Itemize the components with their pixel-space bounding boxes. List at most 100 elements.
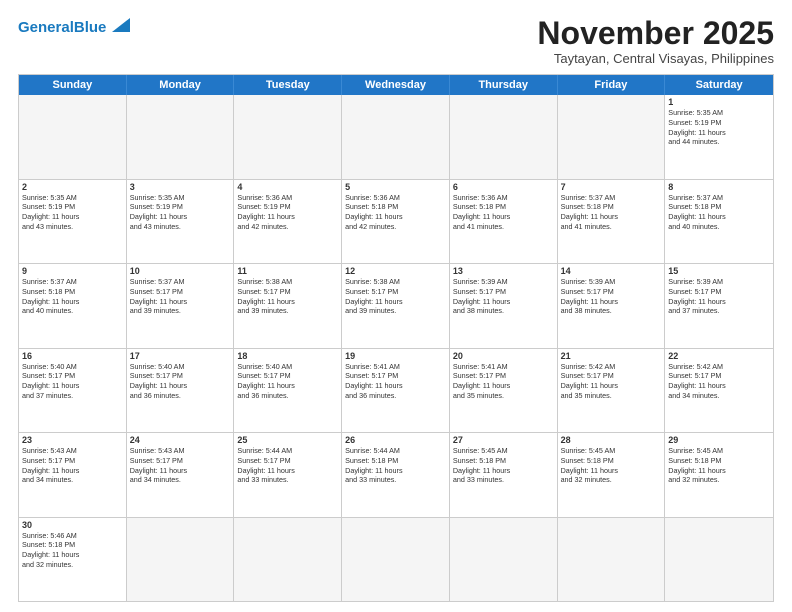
day-number: 7: [561, 182, 662, 192]
header-day-sunday: Sunday: [19, 75, 127, 95]
calendar-cell: [665, 518, 773, 601]
calendar-cell: 28Sunrise: 5:45 AMSunset: 5:18 PMDayligh…: [558, 433, 666, 516]
day-number: 12: [345, 266, 446, 276]
calendar-cell: [342, 95, 450, 178]
calendar-cell: 18Sunrise: 5:40 AMSunset: 5:17 PMDayligh…: [234, 349, 342, 432]
day-number: 2: [22, 182, 123, 192]
calendar: SundayMondayTuesdayWednesdayThursdayFrid…: [18, 74, 774, 602]
month-title: November 2025: [537, 16, 774, 51]
calendar-cell: 6Sunrise: 5:36 AMSunset: 5:18 PMDaylight…: [450, 180, 558, 263]
logo-icon: [108, 18, 130, 34]
calendar-cell: 3Sunrise: 5:35 AMSunset: 5:19 PMDaylight…: [127, 180, 235, 263]
logo-general: General: [18, 19, 74, 36]
day-content: Sunrise: 5:45 AMSunset: 5:18 PMDaylight:…: [668, 446, 770, 485]
day-number: 14: [561, 266, 662, 276]
day-number: 8: [668, 182, 770, 192]
calendar-cell: [127, 95, 235, 178]
header-day-tuesday: Tuesday: [234, 75, 342, 95]
day-content: Sunrise: 5:42 AMSunset: 5:17 PMDaylight:…: [561, 362, 662, 401]
title-block: November 2025 Taytayan, Central Visayas,…: [537, 16, 774, 66]
day-content: Sunrise: 5:37 AMSunset: 5:18 PMDaylight:…: [668, 193, 770, 232]
day-number: 4: [237, 182, 338, 192]
header-day-saturday: Saturday: [665, 75, 773, 95]
calendar-week-0: 1Sunrise: 5:35 AMSunset: 5:19 PMDaylight…: [19, 95, 773, 178]
day-content: Sunrise: 5:44 AMSunset: 5:18 PMDaylight:…: [345, 446, 446, 485]
calendar-header: SundayMondayTuesdayWednesdayThursdayFrid…: [19, 75, 773, 95]
day-content: Sunrise: 5:35 AMSunset: 5:19 PMDaylight:…: [668, 108, 770, 147]
day-number: 29: [668, 435, 770, 445]
day-content: Sunrise: 5:43 AMSunset: 5:17 PMDaylight:…: [130, 446, 231, 485]
day-content: Sunrise: 5:36 AMSunset: 5:19 PMDaylight:…: [237, 193, 338, 232]
day-content: Sunrise: 5:43 AMSunset: 5:17 PMDaylight:…: [22, 446, 123, 485]
day-content: Sunrise: 5:41 AMSunset: 5:17 PMDaylight:…: [345, 362, 446, 401]
calendar-cell: 15Sunrise: 5:39 AMSunset: 5:17 PMDayligh…: [665, 264, 773, 347]
day-number: 18: [237, 351, 338, 361]
day-content: Sunrise: 5:39 AMSunset: 5:17 PMDaylight:…: [561, 277, 662, 316]
day-content: Sunrise: 5:42 AMSunset: 5:17 PMDaylight:…: [668, 362, 770, 401]
day-number: 28: [561, 435, 662, 445]
day-number: 19: [345, 351, 446, 361]
calendar-week-4: 23Sunrise: 5:43 AMSunset: 5:17 PMDayligh…: [19, 432, 773, 516]
header-day-friday: Friday: [558, 75, 666, 95]
calendar-cell: 29Sunrise: 5:45 AMSunset: 5:18 PMDayligh…: [665, 433, 773, 516]
day-content: Sunrise: 5:37 AMSunset: 5:17 PMDaylight:…: [130, 277, 231, 316]
day-content: Sunrise: 5:35 AMSunset: 5:19 PMDaylight:…: [22, 193, 123, 232]
day-content: Sunrise: 5:37 AMSunset: 5:18 PMDaylight:…: [22, 277, 123, 316]
day-content: Sunrise: 5:40 AMSunset: 5:17 PMDaylight:…: [130, 362, 231, 401]
calendar-cell: [127, 518, 235, 601]
day-number: 1: [668, 97, 770, 107]
day-content: Sunrise: 5:38 AMSunset: 5:17 PMDaylight:…: [345, 277, 446, 316]
day-content: Sunrise: 5:40 AMSunset: 5:17 PMDaylight:…: [22, 362, 123, 401]
calendar-cell: 19Sunrise: 5:41 AMSunset: 5:17 PMDayligh…: [342, 349, 450, 432]
calendar-cell: [450, 518, 558, 601]
day-content: Sunrise: 5:39 AMSunset: 5:17 PMDaylight:…: [668, 277, 770, 316]
day-content: Sunrise: 5:38 AMSunset: 5:17 PMDaylight:…: [237, 277, 338, 316]
logo-blue: Blue: [74, 19, 107, 36]
day-content: Sunrise: 5:45 AMSunset: 5:18 PMDaylight:…: [561, 446, 662, 485]
day-content: Sunrise: 5:36 AMSunset: 5:18 PMDaylight:…: [453, 193, 554, 232]
day-content: Sunrise: 5:45 AMSunset: 5:18 PMDaylight:…: [453, 446, 554, 485]
day-content: Sunrise: 5:46 AMSunset: 5:18 PMDaylight:…: [22, 531, 123, 570]
calendar-cell: 11Sunrise: 5:38 AMSunset: 5:17 PMDayligh…: [234, 264, 342, 347]
day-number: 10: [130, 266, 231, 276]
day-content: Sunrise: 5:40 AMSunset: 5:17 PMDaylight:…: [237, 362, 338, 401]
day-number: 6: [453, 182, 554, 192]
day-number: 16: [22, 351, 123, 361]
calendar-cell: 8Sunrise: 5:37 AMSunset: 5:18 PMDaylight…: [665, 180, 773, 263]
day-number: 25: [237, 435, 338, 445]
day-number: 30: [22, 520, 123, 530]
calendar-cell: 26Sunrise: 5:44 AMSunset: 5:18 PMDayligh…: [342, 433, 450, 516]
logo-text: GeneralBlue: [18, 20, 106, 35]
logo: GeneralBlue: [18, 20, 130, 35]
calendar-cell: 16Sunrise: 5:40 AMSunset: 5:17 PMDayligh…: [19, 349, 127, 432]
calendar-cell: 24Sunrise: 5:43 AMSunset: 5:17 PMDayligh…: [127, 433, 235, 516]
calendar-cell: 30Sunrise: 5:46 AMSunset: 5:18 PMDayligh…: [19, 518, 127, 601]
calendar-cell: 25Sunrise: 5:44 AMSunset: 5:17 PMDayligh…: [234, 433, 342, 516]
header: GeneralBlue November 2025 Taytayan, Cent…: [18, 16, 774, 66]
calendar-week-3: 16Sunrise: 5:40 AMSunset: 5:17 PMDayligh…: [19, 348, 773, 432]
calendar-cell: [234, 518, 342, 601]
calendar-cell: 21Sunrise: 5:42 AMSunset: 5:17 PMDayligh…: [558, 349, 666, 432]
day-content: Sunrise: 5:36 AMSunset: 5:18 PMDaylight:…: [345, 193, 446, 232]
calendar-cell: 9Sunrise: 5:37 AMSunset: 5:18 PMDaylight…: [19, 264, 127, 347]
day-number: 13: [453, 266, 554, 276]
header-day-thursday: Thursday: [450, 75, 558, 95]
day-content: Sunrise: 5:35 AMSunset: 5:19 PMDaylight:…: [130, 193, 231, 232]
calendar-cell: 23Sunrise: 5:43 AMSunset: 5:17 PMDayligh…: [19, 433, 127, 516]
day-number: 3: [130, 182, 231, 192]
day-number: 20: [453, 351, 554, 361]
day-number: 15: [668, 266, 770, 276]
calendar-cell: 13Sunrise: 5:39 AMSunset: 5:17 PMDayligh…: [450, 264, 558, 347]
day-number: 26: [345, 435, 446, 445]
day-number: 5: [345, 182, 446, 192]
calendar-cell: 2Sunrise: 5:35 AMSunset: 5:19 PMDaylight…: [19, 180, 127, 263]
calendar-cell: [558, 518, 666, 601]
day-content: Sunrise: 5:44 AMSunset: 5:17 PMDaylight:…: [237, 446, 338, 485]
calendar-cell: [558, 95, 666, 178]
calendar-cell: 12Sunrise: 5:38 AMSunset: 5:17 PMDayligh…: [342, 264, 450, 347]
calendar-cell: 1Sunrise: 5:35 AMSunset: 5:19 PMDaylight…: [665, 95, 773, 178]
calendar-week-5: 30Sunrise: 5:46 AMSunset: 5:18 PMDayligh…: [19, 517, 773, 601]
calendar-cell: [19, 95, 127, 178]
header-day-wednesday: Wednesday: [342, 75, 450, 95]
day-number: 9: [22, 266, 123, 276]
